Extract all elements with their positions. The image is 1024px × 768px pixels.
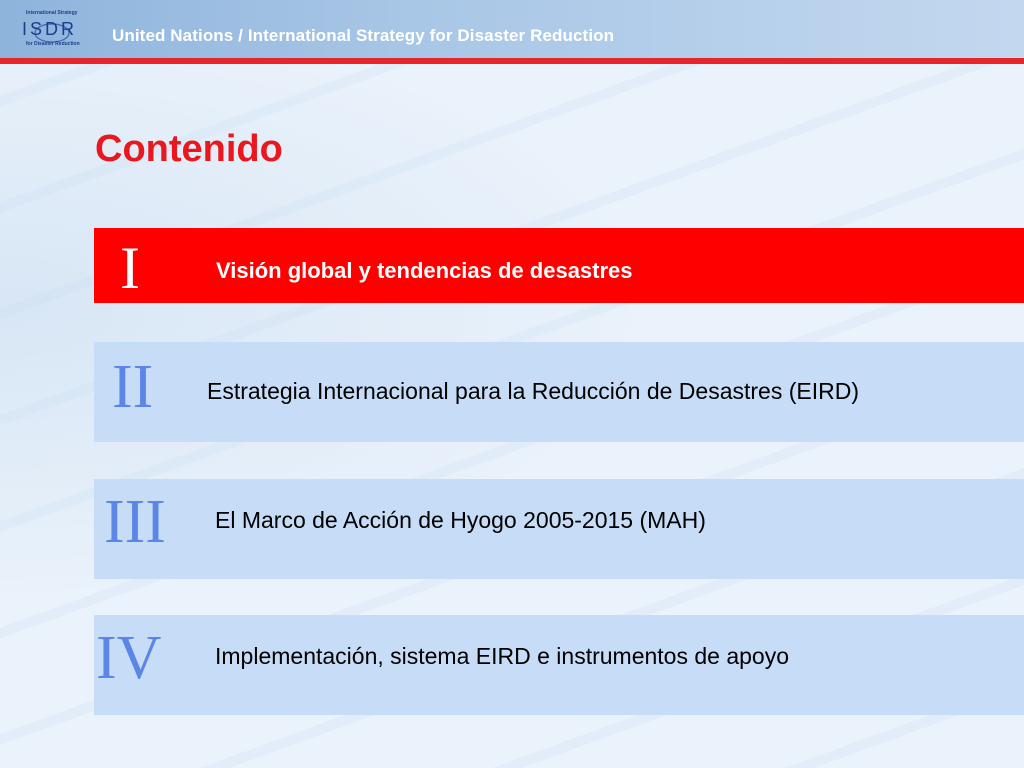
- item-text: El Marco de Acción de Hyogo 2005-2015 (M…: [215, 507, 706, 533]
- item-numeral: I: [120, 235, 140, 301]
- item-text: Visión global y tendencias de desastres: [216, 258, 633, 283]
- isdr-logo: International Strategy ISDR for Disaster…: [22, 10, 100, 52]
- item-numeral: III: [104, 488, 166, 556]
- contents-item-1[interactable]: I Visión global y tendencias de desastre…: [94, 228, 1024, 303]
- header-divider: [0, 58, 1024, 64]
- contents-item-2[interactable]: II Estrategia Internacional para la Redu…: [94, 342, 1024, 442]
- logo-bottom-text: for Disaster Reduction: [26, 41, 80, 47]
- contents-item-3[interactable]: III El Marco de Acción de Hyogo 2005-201…: [94, 479, 1024, 579]
- item-text: Estrategia Internacional para la Reducci…: [207, 378, 859, 404]
- header-title: United Nations / International Strategy …: [112, 26, 615, 45]
- item-text: Implementación, sistema EIRD e instrumen…: [215, 643, 789, 669]
- logo-top-text: International Strategy: [26, 10, 78, 16]
- logo-letters: ISDR: [22, 19, 78, 39]
- item-numeral: IV: [96, 624, 162, 692]
- item-numeral: II: [112, 353, 154, 421]
- page-title: Contenido: [95, 128, 283, 170]
- contents-item-4[interactable]: IV Implementación, sistema EIRD e instru…: [94, 615, 1024, 715]
- header-bar: International Strategy ISDR for Disaster…: [0, 0, 1024, 58]
